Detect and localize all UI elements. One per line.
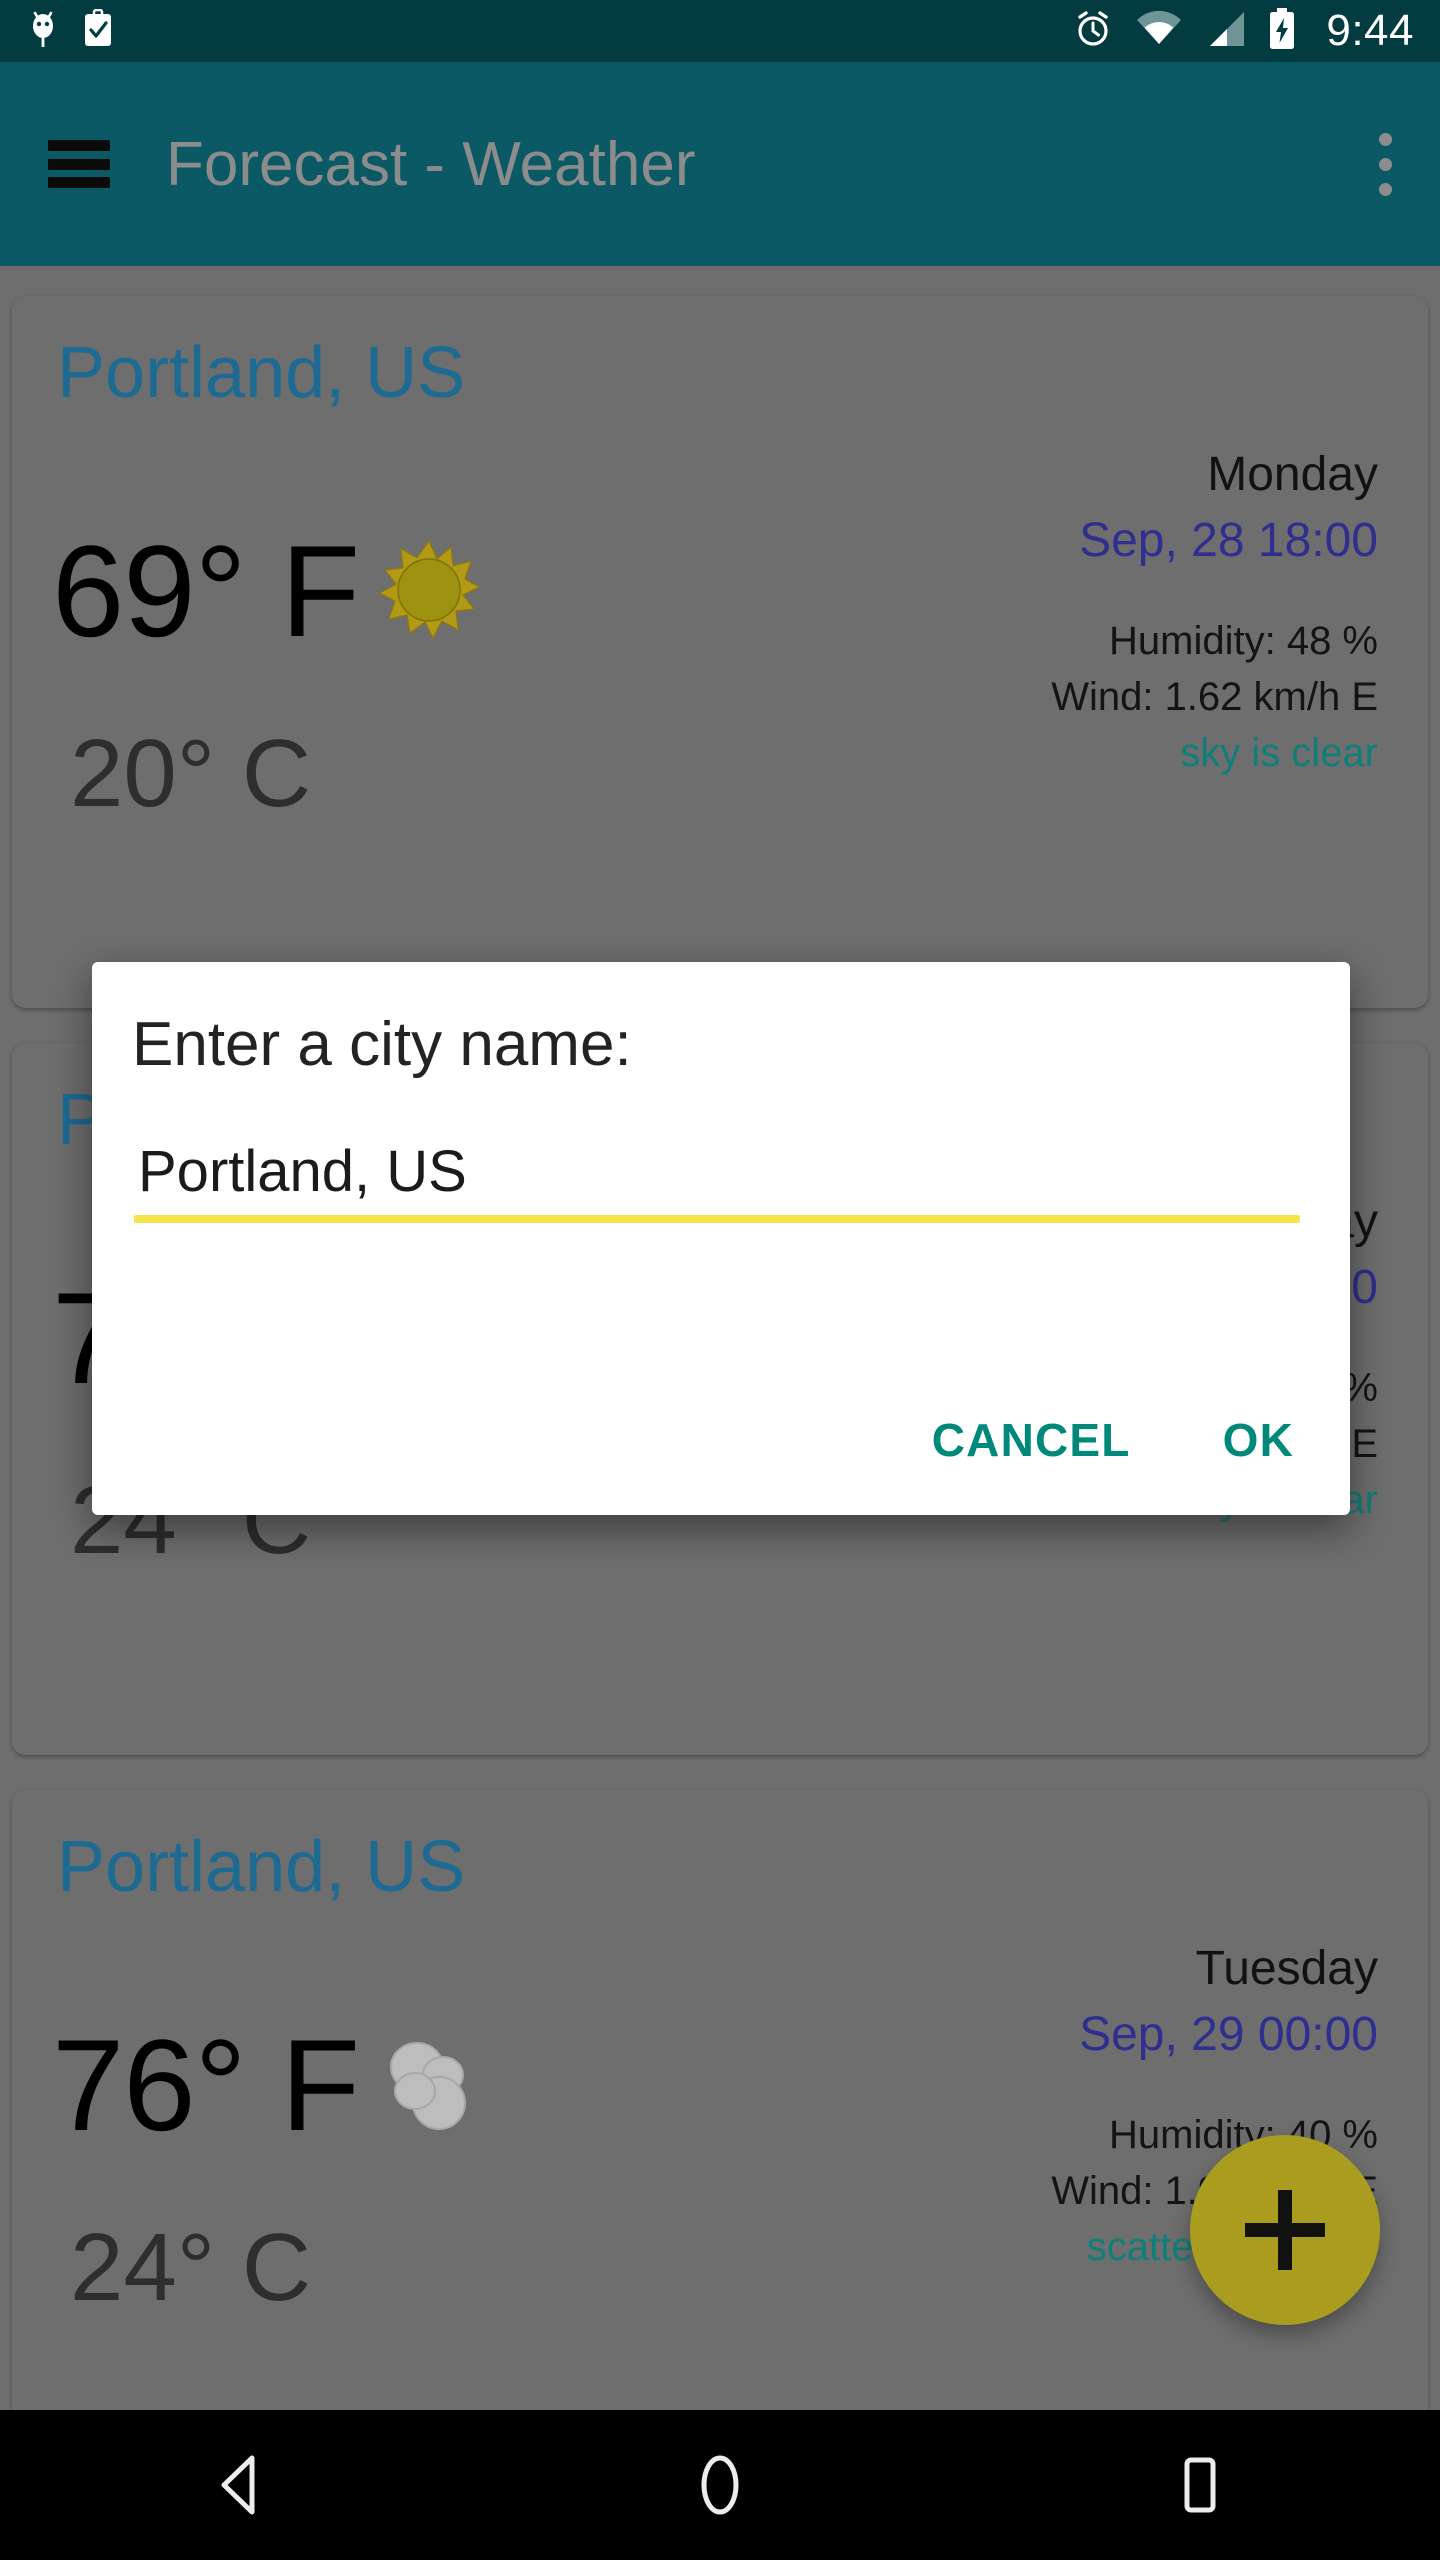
dialog-title: Enter a city name: [132,1009,632,1080]
phone-screen: 9:44 Forecast - Weather Portland, US 69°… [0,0,1440,2560]
enter-city-dialog: Enter a city name: CANCEL OK [92,962,1350,1515]
back-button[interactable] [150,2410,330,2560]
recents-button[interactable] [1110,2410,1290,2560]
city-input-wrapper [134,1138,1300,1223]
ok-button[interactable]: OK [1209,1403,1308,1477]
home-button[interactable] [630,2410,810,2560]
city-name-input[interactable] [134,1138,1300,1215]
dialog-actions: CANCEL OK [918,1403,1308,1477]
system-navigation-bar [0,2410,1440,2560]
cancel-button[interactable]: CANCEL [918,1403,1145,1477]
input-underline [134,1215,1300,1223]
